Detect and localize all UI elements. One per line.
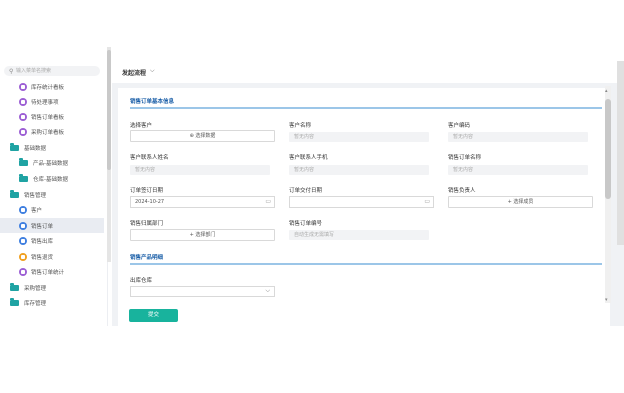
order-no-field: 自动生成无需填写 [289,230,429,240]
customer-name-label: 客户名称 [289,123,312,129]
select-department-button[interactable]: + 选择部门 [130,229,275,241]
sidebar-item-label: 库存统计看板 [31,84,65,91]
menu-item-icon [19,97,27,106]
sidebar-item-label: 销售管理 [24,192,47,199]
sidebar-item[interactable]: 待处理事项 [0,94,104,109]
sidebar-scrollbar-thumb[interactable] [107,50,111,170]
menu-item-icon [19,221,27,230]
submit-button[interactable]: 提交 [129,309,178,322]
owner-label: 销售负责人 [448,188,476,194]
folder-icon [10,143,19,151]
sidebar-item-label: 仓库-基础数据 [33,176,68,183]
main-area: 发起流程 ⌵ 销售订单基本信息 选择客户 ⊕ 选择数据 客户名称 暂无内容 客户… [112,61,624,326]
sidebar-item-label: 采购管理 [24,285,47,292]
sidebar-item-label: 销售订单统计 [31,269,65,276]
sidebar-item-label: 客户 [31,207,43,214]
select-customer-button[interactable]: ⊕ 选择数据 [130,130,275,142]
folder-icon [10,283,19,291]
warehouse-label: 出库仓库 [130,278,153,284]
sidebar-item-label: 销售订单看板 [31,114,65,121]
scroll-down-icon[interactable]: ▾ [605,297,608,303]
sidebar-item-label: 基础数据 [24,145,47,152]
sidebar-item[interactable]: 库存统计看板 [0,79,104,94]
section-title-basic-info: 销售订单基本信息 [130,99,175,105]
calendar-icon[interactable]: ▭ [265,198,271,205]
order-name-field: 暂无内容 [448,165,588,175]
sidebar-item[interactable]: 基础数据 [0,140,104,155]
sidebar-item-label: 产品-基础数据 [33,160,68,167]
sidebar-item-label: 销售退货 [31,254,54,261]
sidebar-item[interactable]: 销售订单 [0,218,104,233]
sign-date-label: 订单签订日期 [130,188,164,194]
form-scrollbar-thumb[interactable] [605,99,611,199]
sidebar-item[interactable]: 销售出库 [0,233,104,248]
folder-icon [19,174,28,182]
sidebar-item-label: 销售订单 [31,223,54,230]
sidebar-item-label: 采购订单看板 [31,129,65,136]
sign-date-picker[interactable]: 2024-10-27 ▭ [130,196,275,208]
contact-phone-label: 客户联系人手机 [289,155,328,161]
page-scrollbar[interactable] [617,61,624,245]
sidebar-item[interactable]: 销售订单看板 [0,109,104,124]
menu-item-icon [19,252,27,261]
delivery-date-picker[interactable]: ▭ [289,196,434,208]
customer-code-field: 暂无内容 [448,132,588,142]
menu-item-icon [19,205,27,214]
menu-item-icon [19,82,27,91]
sidebar-item-label: 销售出库 [31,238,54,245]
chevron-down-icon: ⌵ [265,287,270,294]
search-icon: ⚲ [9,68,14,75]
sidebar-item[interactable]: 产品-基础数据 [0,155,104,170]
menu-search[interactable]: ⚲ [4,66,100,76]
folder-icon [10,298,19,306]
form-card: 销售订单基本信息 选择客户 ⊕ 选择数据 客户名称 暂无内容 客户编码 暂无内容… [118,88,610,326]
topbar: 发起流程 ⌵ [112,61,624,83]
chevron-down-icon[interactable]: ⌵ [150,67,155,75]
order-no-label: 销售订单编号 [289,221,323,227]
customer-code-label: 客户编码 [448,123,471,129]
select-member-button[interactable]: + 选择成员 [448,196,593,208]
section-title-product-detail: 销售产品明细 [130,255,164,261]
folder-icon [19,158,28,166]
warehouse-select[interactable]: ⌵ [130,286,275,297]
sidebar-item-label: 库存管理 [24,300,47,307]
sidebar-item[interactable]: 销售管理 [0,187,104,202]
sidebar-item[interactable]: 采购订单看板 [0,124,104,139]
app-window: ⚲ 库存统计看板待处理事项销售订单看板采购订单看板基础数据产品-基础数据仓库-基… [0,61,624,326]
contact-name-field: 暂无内容 [130,165,270,175]
menu-item-icon [19,112,27,121]
sidebar-nav: 库存统计看板 待处理事项销售订单看板 采购订单看板基础数据产品-基础数据 仓库-基础数… [0,79,106,326]
order-name-label: 销售订单名称 [448,155,482,161]
page-title[interactable]: 发起流程 [122,68,146,77]
customer-label: 选择客户 [130,123,153,129]
sign-date-value: 2024-10-27 [135,199,165,205]
dept-label: 销售归属部门 [130,221,164,227]
menu-item-icon [19,127,27,136]
section-divider [130,107,602,109]
sidebar-item[interactable]: 库存管理 [0,295,104,310]
delivery-date-label: 订单交付日期 [289,188,323,194]
menu-search-input[interactable] [16,66,96,76]
sidebar-item[interactable]: 仓库-基础数据 [0,171,104,186]
section-divider [130,263,602,265]
contact-phone-field: 暂无内容 [289,165,429,175]
sidebar-item[interactable]: 客户 [0,202,104,217]
contact-name-label: 客户联系人姓名 [130,155,169,161]
sidebar: ⚲ 库存统计看板待处理事项销售订单看板采购订单看板基础数据产品-基础数据仓库-基… [0,61,108,326]
sidebar-item[interactable]: 销售退货 [0,249,104,264]
folder-icon [10,190,19,198]
calendar-icon[interactable]: ▭ [424,198,430,205]
sidebar-item[interactable]: 销售订单统计 [0,264,104,279]
scroll-up-icon[interactable]: ▴ [605,88,608,94]
customer-name-field: 暂无内容 [289,132,429,142]
menu-item-icon [19,236,27,245]
sidebar-item[interactable]: 采购管理 [0,280,104,295]
sidebar-item-label: 待处理事项 [31,99,59,106]
menu-item-icon [19,267,27,276]
